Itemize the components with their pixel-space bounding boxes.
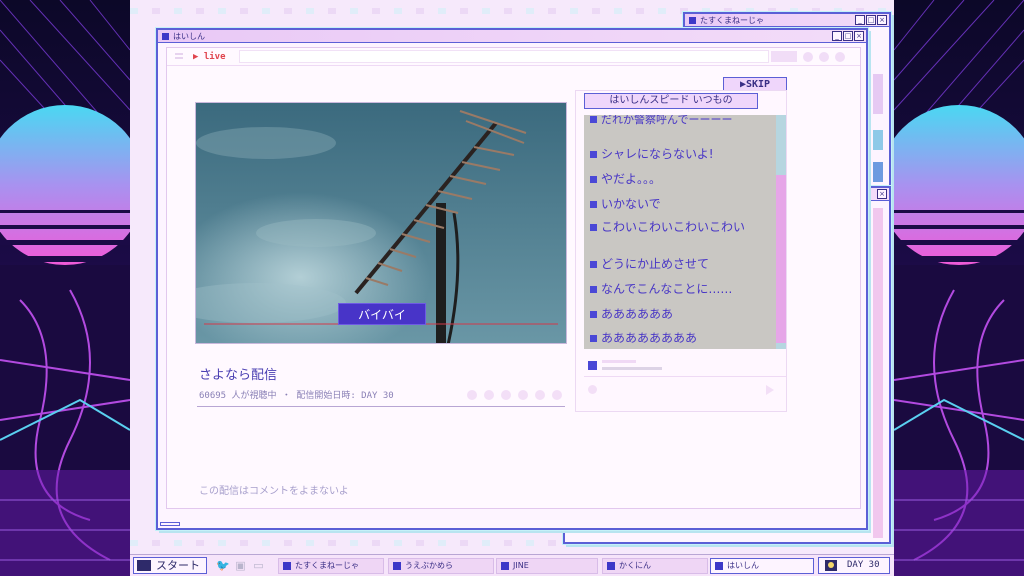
minimize-icon[interactable]: _ — [832, 31, 842, 41]
task-stream[interactable]: はいしん — [710, 558, 814, 574]
chat-message: なんでこんなことに…… — [590, 283, 770, 295]
footer-note: この配信はコメントをよまないよ — [199, 486, 349, 497]
stream-window-title: はいしん — [173, 31, 205, 41]
resize-handle[interactable] — [160, 522, 180, 526]
stream-window[interactable]: はいしん _ □ × ▶ live ▶SKIP バイバイ さよなら配信 6069… — [156, 28, 868, 530]
chat-message: ああああああああ — [590, 332, 770, 344]
right-scenery — [894, 0, 1024, 576]
task-webcam[interactable]: うえぶかめら — [388, 558, 494, 574]
start-logo-icon — [137, 560, 151, 571]
vaporwave-right-art — [894, 0, 1024, 576]
dot-icon[interactable] — [535, 390, 545, 400]
vaporwave-left-art — [0, 0, 130, 576]
side-bar-decoration — [873, 130, 883, 150]
task-manager-titlebar[interactable]: たすくまねーじゃ _ □ × — [685, 14, 889, 27]
chat-message: どうにか止めさせて — [590, 258, 770, 270]
square-bullet-icon — [590, 286, 597, 293]
divider — [197, 406, 565, 407]
dot-icon — [819, 52, 829, 62]
chat-scrollbar-thumb[interactable] — [776, 175, 786, 343]
day-indicator[interactable]: DAY 30 — [818, 557, 890, 574]
placeholder-line — [602, 367, 662, 370]
moon-icon — [825, 560, 837, 571]
window-icon — [715, 562, 723, 570]
window-icon — [689, 16, 696, 24]
square-bullet-icon — [590, 201, 597, 208]
window-icon — [283, 562, 291, 570]
start-button[interactable]: スタート — [133, 557, 207, 574]
square-bullet-icon — [590, 176, 597, 183]
chat-speed-header[interactable]: はいしんスピード いつもの — [584, 93, 758, 109]
chat-panel: はいしんスピード いつもの だれか警察呼んでーーーー シャレにならないよ! やだ… — [575, 90, 787, 412]
play-arrow-icon[interactable] — [766, 385, 774, 395]
stream-page: ▶ live ▶SKIP バイバイ さよなら配信 60695 人が視聴中 ・ 配… — [166, 47, 861, 509]
maximize-icon[interactable]: □ — [866, 15, 876, 25]
dot-icon — [803, 52, 813, 62]
dot-icon[interactable] — [484, 390, 494, 400]
chat-message: いかないで — [590, 198, 770, 210]
placeholder-line — [602, 360, 636, 363]
square-bullet-icon — [590, 116, 597, 123]
window-icon — [162, 32, 169, 40]
address-bar: ▶ live — [167, 48, 860, 66]
square-bullet-icon — [590, 335, 597, 342]
dot-icon[interactable] — [501, 390, 511, 400]
chat-scrollbar[interactable] — [776, 115, 786, 349]
maximize-icon[interactable]: □ — [843, 31, 853, 41]
reaction-dots — [467, 390, 562, 400]
desktop: たすくまねーじゃ _ □ × × はいしん _ □ × ▶ live ▶SKIP… — [130, 0, 894, 554]
chat-message: やだよ。。。 — [590, 173, 770, 185]
live-address[interactable]: ▶ live — [193, 52, 226, 62]
task-manager-title: たすくまねーじゃ — [700, 15, 764, 25]
window-icon — [501, 562, 509, 570]
url-field[interactable] — [239, 50, 769, 63]
window-icon — [607, 562, 615, 570]
address-block — [771, 51, 797, 62]
square-bullet-icon — [590, 261, 597, 268]
close-icon[interactable]: × — [877, 189, 887, 199]
task-jine[interactable]: JINE — [496, 558, 598, 574]
day-label: DAY 30 — [847, 560, 880, 570]
dot-icon — [835, 52, 845, 62]
task-confirm[interactable]: かくにん — [602, 558, 708, 574]
dot-icon[interactable] — [518, 390, 528, 400]
video-caption: バイバイ — [338, 303, 426, 325]
minimize-icon[interactable]: _ — [855, 15, 865, 25]
scrollbar[interactable] — [873, 208, 883, 538]
chat-message: ああああああ — [590, 308, 770, 320]
square-bullet-icon — [590, 151, 597, 158]
start-label: スタート — [156, 559, 200, 572]
window-icon — [393, 562, 401, 570]
monitor-icon[interactable]: ▭ — [252, 559, 265, 572]
chat-message: こわいこわいこわいこわい — [590, 221, 758, 233]
stream-window-titlebar[interactable]: はいしん _ □ × — [158, 30, 866, 43]
chat-message: シャレにならないよ! — [590, 148, 770, 160]
task-task-manager[interactable]: たすくまねーじゃ — [278, 558, 384, 574]
taskbar: スタート 🐦 ▣ ▭ たすくまねーじゃ うえぶかめら JINE かくにん はいし… — [130, 554, 894, 576]
side-bar-decoration — [873, 162, 883, 182]
side-bar-decoration — [873, 74, 883, 114]
chat-message: だれか警察呼んでーーーー — [590, 115, 770, 125]
chat-bubble-icon[interactable]: ▣ — [234, 559, 247, 572]
twitter-bird-icon[interactable]: 🐦 — [216, 559, 230, 572]
square-bullet-icon — [588, 361, 597, 370]
stream-meta: 60695 人が視聴中 ・ 配信開始日時: DAY 30 — [199, 391, 394, 401]
chat-input-row — [584, 355, 786, 377]
stream-title: さよなら配信 — [199, 368, 278, 383]
dot-icon[interactable] — [467, 390, 477, 400]
close-icon[interactable]: × — [877, 15, 887, 25]
square-bullet-icon — [590, 224, 597, 231]
left-scenery — [0, 0, 130, 576]
square-bullet-icon — [590, 311, 597, 318]
stream-video: バイバイ — [195, 102, 567, 344]
dot-icon[interactable] — [588, 385, 597, 394]
menu-icon[interactable] — [175, 53, 183, 59]
dot-icon[interactable] — [552, 390, 562, 400]
chat-list[interactable]: だれか警察呼んでーーーー シャレにならないよ! やだよ。。。 いかないで こわい… — [584, 115, 786, 349]
close-icon[interactable]: × — [854, 31, 864, 41]
